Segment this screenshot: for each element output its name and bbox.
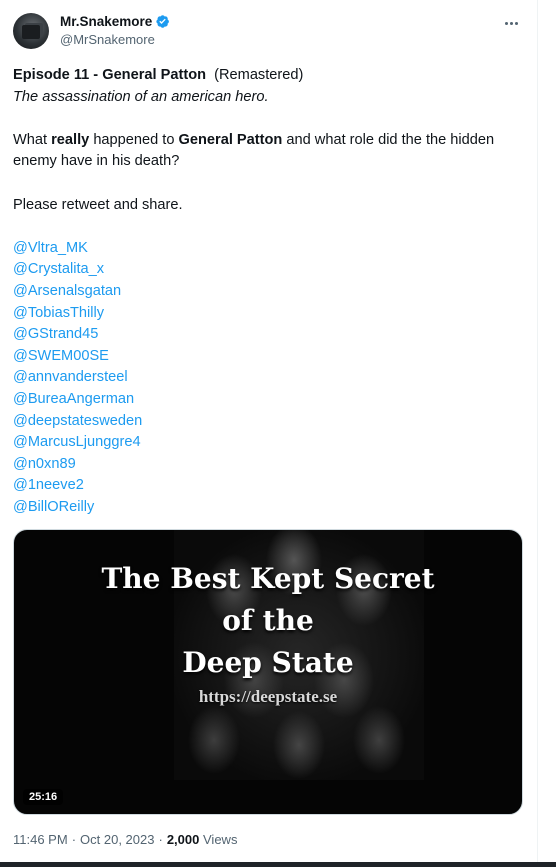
question-bold-patton: General Patton: [178, 131, 283, 148]
mention-link[interactable]: @SWEM00SE: [13, 346, 523, 368]
author-handle[interactable]: @MrSnakemore: [60, 32, 170, 47]
mention-link[interactable]: @MarcusLjunggre4: [13, 432, 523, 454]
tweet-date[interactable]: Oct 20, 2023: [80, 832, 154, 847]
video-title-line: Deep State: [182, 646, 354, 680]
video-player[interactable]: The Best Kept Secret of the Deep State h…: [13, 529, 523, 816]
mention-link[interactable]: @n0xn89: [13, 454, 523, 476]
display-name-row: Mr.Snakemore: [60, 14, 170, 29]
mention-link[interactable]: @TobiasThilly: [13, 303, 523, 325]
tweet-text: Episode 11 - General Patton (Remastered)…: [13, 65, 523, 518]
meta-separator: ·: [158, 832, 163, 848]
views: 2,000 Views: [167, 832, 238, 847]
mentions-list: @Vltra_MK @Crystalita_x @Arsenalsgatan @…: [13, 238, 523, 519]
video-title: The Best Kept Secret of the Deep State: [14, 558, 522, 684]
mention-link[interactable]: @GStrand45: [13, 324, 523, 346]
tweet: Mr.Snakemore @MrSnakemore Episode 11 - G…: [13, 12, 523, 847]
episode-title-rest: (Remastered): [214, 67, 304, 83]
video-title-line: The Best Kept Secret: [101, 562, 435, 596]
mention-link[interactable]: @annvandersteel: [13, 367, 523, 389]
views-label: Views: [203, 832, 238, 848]
call-to-action: Please retweet and share.: [13, 196, 183, 213]
tweet-header: Mr.Snakemore @MrSnakemore: [13, 12, 523, 52]
avatar[interactable]: [13, 13, 49, 49]
mention-link[interactable]: @BillOReilly: [13, 497, 523, 519]
episode-title-bold: Episode 11 - General Patton: [13, 67, 207, 83]
video-url: https://deepstate.se: [198, 687, 338, 707]
mention-link[interactable]: @Crystalita_x: [13, 259, 523, 281]
column-border: [537, 0, 538, 862]
question-text: What really happened to General Patton a…: [13, 130, 523, 173]
display-name[interactable]: Mr.Snakemore: [60, 14, 152, 29]
tweet-meta: 11:46 PM · Oct 20, 2023 · 2,000 Views: [13, 832, 523, 847]
question-part: What: [13, 131, 52, 148]
more-dots-icon[interactable]: [499, 14, 523, 32]
tweet-time[interactable]: 11:46 PM: [13, 832, 68, 847]
episode-subtitle: The assassination of an american hero.: [13, 88, 269, 105]
bottom-bar: [0, 862, 556, 867]
mention-link[interactable]: @deepstatesweden: [13, 411, 523, 433]
episode-title: Episode 11 - General Patton (Remastered): [13, 65, 523, 87]
mention-link[interactable]: @Arsenalsgatan: [13, 281, 523, 303]
meta-separator: ·: [71, 832, 77, 848]
mention-link[interactable]: @BureaAngerman: [13, 389, 523, 411]
video-title-line: of the: [222, 604, 314, 638]
mention-link[interactable]: @Vltra_MK: [13, 238, 523, 260]
question-part: happened to: [89, 131, 179, 148]
views-count: 2,000: [166, 832, 200, 848]
video-duration-badge: 25:16: [23, 789, 64, 806]
verified-badge-icon: [156, 15, 170, 28]
question-bold-really: really: [51, 131, 90, 148]
author-names: Mr.Snakemore @MrSnakemore: [60, 14, 170, 47]
mention-link[interactable]: @1neeve2: [13, 475, 523, 497]
